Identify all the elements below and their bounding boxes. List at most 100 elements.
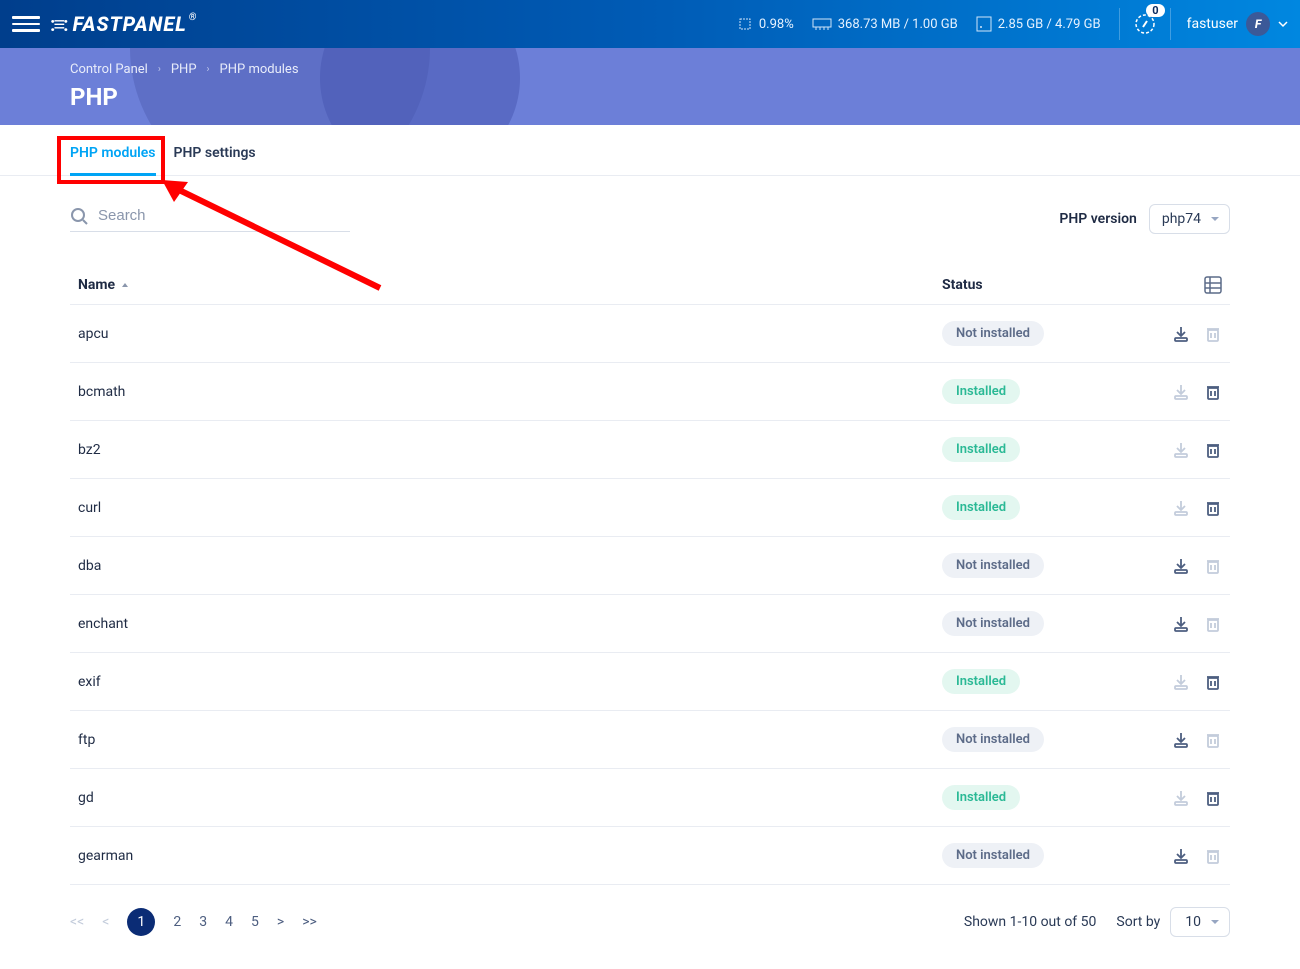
status-badge: Installed	[942, 495, 1020, 520]
module-name: dba	[78, 558, 942, 574]
module-name: gearman	[78, 848, 942, 864]
tabs: PHP modules PHP settings	[0, 125, 1300, 176]
tab-php-settings[interactable]: PHP settings	[174, 135, 256, 175]
table-row: bcmathInstalled	[70, 363, 1230, 421]
user-menu[interactable]: fastuser F	[1187, 12, 1288, 36]
ram-icon	[812, 18, 832, 30]
page-last[interactable]: >>	[302, 914, 317, 930]
module-name: bcmath	[78, 384, 942, 400]
trademark-icon: ®	[189, 12, 198, 23]
status-badge: Not installed	[942, 843, 1044, 868]
table-row: ftpNot installed	[70, 711, 1230, 769]
php-version-select[interactable]: php74	[1149, 204, 1230, 234]
page-4[interactable]: 4	[225, 914, 233, 930]
sortby-label: Sort by	[1116, 914, 1160, 930]
app-logo[interactable]: :≡: FASTPANEL®	[50, 12, 197, 37]
tab-php-modules[interactable]: PHP modules	[70, 135, 156, 176]
install-button[interactable]	[1172, 731, 1190, 749]
module-name: exif	[78, 674, 942, 690]
module-status: Installed	[942, 437, 1142, 462]
column-name[interactable]: Name	[78, 277, 942, 293]
delete-button	[1204, 557, 1222, 575]
column-status[interactable]: Status	[942, 277, 1142, 293]
table-row: gdInstalled	[70, 769, 1230, 827]
grid-view-icon	[1204, 276, 1222, 294]
search-icon	[70, 207, 88, 225]
install-button[interactable]	[1172, 325, 1190, 343]
toolbar: PHP version php74	[0, 176, 1300, 244]
page-first[interactable]: <<	[70, 914, 84, 930]
pagination: << < 1 2 3 4 5 > >>	[70, 908, 317, 936]
status-badge: Installed	[942, 785, 1020, 810]
install-button[interactable]	[1172, 557, 1190, 575]
module-status: Installed	[942, 785, 1142, 810]
delete-button[interactable]	[1204, 441, 1222, 459]
module-name: curl	[78, 500, 942, 516]
delete-button[interactable]	[1204, 383, 1222, 401]
disk-icon	[976, 16, 992, 32]
module-status: Not installed	[942, 321, 1142, 346]
table-footer: << < 1 2 3 4 5 > >> Shown 1-10 out of 50 Sor…	[0, 885, 1300, 959]
module-status: Installed	[942, 379, 1142, 404]
page-1[interactable]: 1	[127, 908, 155, 936]
page-2[interactable]: 2	[173, 914, 181, 930]
delete-button	[1204, 325, 1222, 343]
logo-text: FASTPANEL	[73, 12, 187, 36]
install-button	[1172, 499, 1190, 517]
install-button	[1172, 441, 1190, 459]
page-5[interactable]: 5	[251, 914, 259, 930]
status-badge: Not installed	[942, 727, 1044, 752]
search-field[interactable]	[70, 207, 350, 232]
install-button	[1172, 789, 1190, 807]
table-row: bz2Installed	[70, 421, 1230, 479]
module-name: apcu	[78, 326, 942, 342]
status-badge: Not installed	[942, 611, 1044, 636]
shown-count: Shown 1-10 out of 50	[964, 914, 1097, 930]
table-row: curlInstalled	[70, 479, 1230, 537]
page-prev[interactable]: <	[102, 914, 109, 930]
page-next[interactable]: >	[277, 914, 284, 930]
delete-button	[1204, 615, 1222, 633]
php-version-label: PHP version	[1059, 211, 1136, 227]
column-view-toggle[interactable]	[1142, 276, 1222, 294]
perpage-select[interactable]: 10	[1170, 907, 1230, 937]
status-badge: Installed	[942, 437, 1020, 462]
module-name: bz2	[78, 442, 942, 458]
username: fastuser	[1187, 16, 1238, 32]
search-input[interactable]	[98, 207, 350, 224]
disk-value: 2.85 GB / 4.79 GB	[998, 17, 1101, 32]
module-status: Installed	[942, 669, 1142, 694]
status-badge: Installed	[942, 379, 1020, 404]
avatar: F	[1246, 12, 1270, 36]
table-row: enchantNot installed	[70, 595, 1230, 653]
table-row: apcuNot installed	[70, 305, 1230, 363]
breadcrumb-php[interactable]: PHP	[171, 62, 197, 77]
install-button[interactable]	[1172, 615, 1190, 633]
install-button[interactable]	[1172, 847, 1190, 865]
disk-stat[interactable]: 2.85 GB / 4.79 GB	[976, 16, 1101, 32]
ram-stat[interactable]: 368.73 MB / 1.00 GB	[812, 17, 958, 32]
delete-button[interactable]	[1204, 673, 1222, 691]
delete-button[interactable]	[1204, 789, 1222, 807]
notification-badge: 0	[1146, 4, 1164, 17]
status-badge: Installed	[942, 669, 1020, 694]
page-header: Control Panel › PHP › PHP modules PHP	[0, 48, 1300, 125]
cpu-stat[interactable]: 0.98%	[737, 16, 794, 32]
hamburger-menu-button[interactable]	[12, 10, 40, 38]
cpu-icon	[737, 16, 753, 32]
chevron-down-icon	[1278, 19, 1288, 29]
table-row: gearmanNot installed	[70, 827, 1230, 885]
modules-table: Name Status apcuNot installedbcmathInsta…	[0, 244, 1300, 885]
page-title: PHP	[70, 83, 1300, 111]
status-badge: Not installed	[942, 321, 1044, 346]
module-status: Installed	[942, 495, 1142, 520]
table-header: Name Status	[70, 266, 1230, 305]
sort-asc-icon	[121, 281, 129, 289]
delete-button[interactable]	[1204, 499, 1222, 517]
page-3[interactable]: 3	[199, 914, 207, 930]
delete-button	[1204, 731, 1222, 749]
module-status: Not installed	[942, 843, 1142, 868]
notifications-button[interactable]: 0	[1119, 8, 1171, 40]
breadcrumb-control-panel[interactable]: Control Panel	[70, 62, 148, 77]
logo-icon: :≡:	[50, 12, 67, 37]
